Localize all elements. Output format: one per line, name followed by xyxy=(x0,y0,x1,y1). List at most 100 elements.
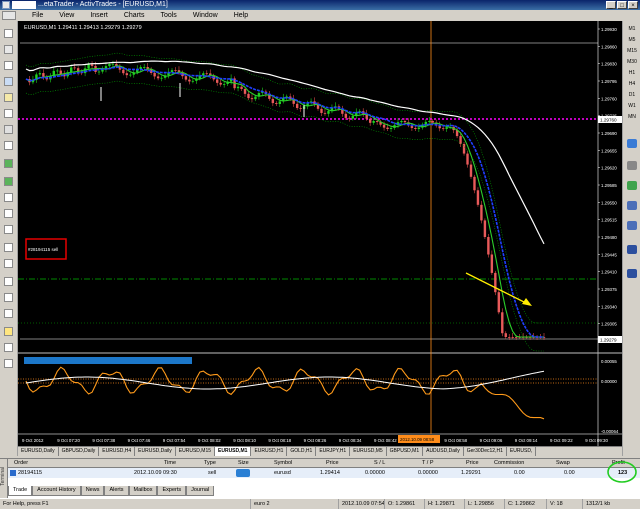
chart-window-icon[interactable] xyxy=(2,11,16,20)
col-commission[interactable]: Commission xyxy=(494,459,524,468)
time-tick-label: 9 Oct 08:34 xyxy=(339,438,362,443)
timeframe-h4[interactable]: H4 xyxy=(625,80,639,88)
time-highlight-label: 2012.10.09 08:58 xyxy=(400,437,435,442)
strategy-tester-icon[interactable] xyxy=(4,125,13,134)
col-type[interactable]: Type xyxy=(204,459,216,468)
channel-icon[interactable] xyxy=(627,221,637,230)
close-button[interactable]: × xyxy=(628,1,638,9)
tab-alerts[interactable]: Alerts xyxy=(104,486,129,496)
chart-tab[interactable]: EURUSD,M15 xyxy=(175,447,216,456)
col-size[interactable]: Size xyxy=(238,459,249,468)
chart-area[interactable]: EURUSD,M1 1.29411 1.29413 1.29279 1.2927… xyxy=(18,21,622,456)
tab-account-history[interactable]: Account History xyxy=(32,486,81,496)
menu-view[interactable]: View xyxy=(51,12,82,19)
candle-body xyxy=(480,204,483,221)
new-order-icon[interactable] xyxy=(4,141,13,150)
cursor-icon[interactable] xyxy=(627,139,637,148)
price-tick-label: 1.29375 xyxy=(601,287,617,292)
expert-advisors-icon[interactable] xyxy=(4,159,13,168)
chart-tab[interactable]: EURUSD,H4 xyxy=(99,447,136,456)
chart-tab[interactable]: EURUSD,H1 xyxy=(251,447,288,456)
menu-help[interactable]: Help xyxy=(226,12,256,19)
chart-tab[interactable]: Ger30Dec12,H1 xyxy=(463,447,507,456)
yellow-arrow-head xyxy=(522,298,532,306)
chart-tab[interactable]: EURJPY,H1 xyxy=(316,447,351,456)
tab-news[interactable]: News xyxy=(80,486,105,496)
chart-shift-icon[interactable] xyxy=(4,293,13,302)
tab-experts[interactable]: Experts xyxy=(157,486,187,496)
zoom-in-icon[interactable] xyxy=(4,243,13,252)
candle-body xyxy=(216,79,219,83)
col-symbol[interactable]: Symbol xyxy=(274,459,292,468)
tab-mailbox[interactable]: Mailbox xyxy=(128,486,158,496)
menu-insert[interactable]: Insert xyxy=(82,12,116,19)
trendline-icon[interactable] xyxy=(627,181,637,190)
timeframe-mn[interactable]: MN xyxy=(625,113,639,121)
chart-tab[interactable]: EURUSD,Daily xyxy=(18,447,59,456)
timeframe-m15[interactable]: M15 xyxy=(625,47,639,55)
col-price2[interactable]: Price xyxy=(466,459,479,468)
col-sl[interactable]: S / L xyxy=(374,459,385,468)
menu-tools[interactable]: Tools xyxy=(152,12,184,19)
chart-tab[interactable]: AUDUSD,Daily xyxy=(423,447,464,456)
candlestick-icon[interactable] xyxy=(4,209,13,218)
menu-window[interactable]: Window xyxy=(185,12,226,19)
profiles-icon[interactable] xyxy=(4,45,13,54)
chart-tab[interactable]: GBPUSD,M1 xyxy=(386,447,424,456)
bar-chart-icon[interactable] xyxy=(4,193,13,202)
col-tp[interactable]: T / P xyxy=(422,459,434,468)
chart-tab[interactable]: EURUSD, xyxy=(506,447,537,456)
candle-body xyxy=(275,103,278,105)
col-price[interactable]: Price xyxy=(326,459,339,468)
title-bar: ...etaTrader - ActivTrades - [EURUSD,M1]… xyxy=(0,0,640,10)
price-chart[interactable]: EURUSD,M1 1.29411 1.29413 1.29279 1.2927… xyxy=(18,21,622,446)
navigator-icon[interactable] xyxy=(4,93,13,102)
candle-body xyxy=(445,127,448,129)
maximize-button[interactable]: □ xyxy=(617,1,627,9)
zoom-out-icon[interactable] xyxy=(4,259,13,268)
tab-journal[interactable]: Journal xyxy=(186,486,215,496)
crosshair-icon[interactable] xyxy=(627,161,637,170)
candle-body xyxy=(73,67,76,69)
terminal-header: Order Time Type Size Symbol Price S / L … xyxy=(8,459,640,468)
market-watch-icon[interactable] xyxy=(4,61,13,70)
chart-tab[interactable]: GBPUSD,Daily xyxy=(58,447,100,456)
chart-tab[interactable]: GOLD,H1 xyxy=(287,447,317,456)
templates-icon[interactable] xyxy=(4,359,13,368)
data-window-icon[interactable] xyxy=(4,77,13,86)
autotrading-icon[interactable] xyxy=(4,177,13,186)
col-time[interactable]: Time xyxy=(164,459,176,468)
candle-body xyxy=(469,164,473,177)
col-swap[interactable]: Swap xyxy=(556,459,570,468)
tab-trade[interactable]: Trade xyxy=(8,486,33,496)
timeframe-w1[interactable]: W1 xyxy=(625,102,639,110)
timeframe-m1[interactable]: M1 xyxy=(625,25,639,33)
terminal-icon[interactable] xyxy=(4,109,13,118)
price-tick-label: 1.29830 xyxy=(601,62,617,67)
candle-body xyxy=(174,70,177,71)
chart-tab[interactable]: EURUSD,M5 xyxy=(350,447,387,456)
timeframe-d1[interactable]: D1 xyxy=(625,91,639,99)
chart-header: EURUSD,M1 1.29411 1.29413 1.29279 1.2927… xyxy=(24,25,142,31)
status-low: L: 1.29856 xyxy=(464,499,494,509)
col-order[interactable]: Order xyxy=(14,459,28,468)
tile-windows-icon[interactable] xyxy=(4,277,13,286)
osc-tick-label: 0.00000 xyxy=(601,379,617,384)
autoscroll-icon[interactable] xyxy=(4,309,13,318)
menu-charts[interactable]: Charts xyxy=(116,12,153,19)
timeframe-h1[interactable]: H1 xyxy=(625,69,639,77)
menu-file[interactable]: File xyxy=(24,12,51,19)
timeframe-m30[interactable]: M30 xyxy=(625,58,639,66)
order-row[interactable]: 28194115 2012.10.09 09:30 sell eurusd 1.… xyxy=(8,468,640,478)
chart-tab[interactable]: EURUSD,Daily xyxy=(135,447,176,456)
new-chart-icon[interactable] xyxy=(4,29,13,38)
fibonacci-icon[interactable] xyxy=(627,245,637,254)
timeframe-m5[interactable]: M5 xyxy=(625,36,639,44)
zoom-icon[interactable] xyxy=(627,201,637,210)
periods-icon[interactable] xyxy=(4,343,13,352)
minimize-button[interactable]: _ xyxy=(606,1,616,9)
text-icon[interactable] xyxy=(627,269,637,278)
chart-tab[interactable]: EURUSD,M1 xyxy=(215,447,252,456)
line-chart-icon[interactable] xyxy=(4,225,13,234)
indicators-icon[interactable] xyxy=(4,327,13,336)
